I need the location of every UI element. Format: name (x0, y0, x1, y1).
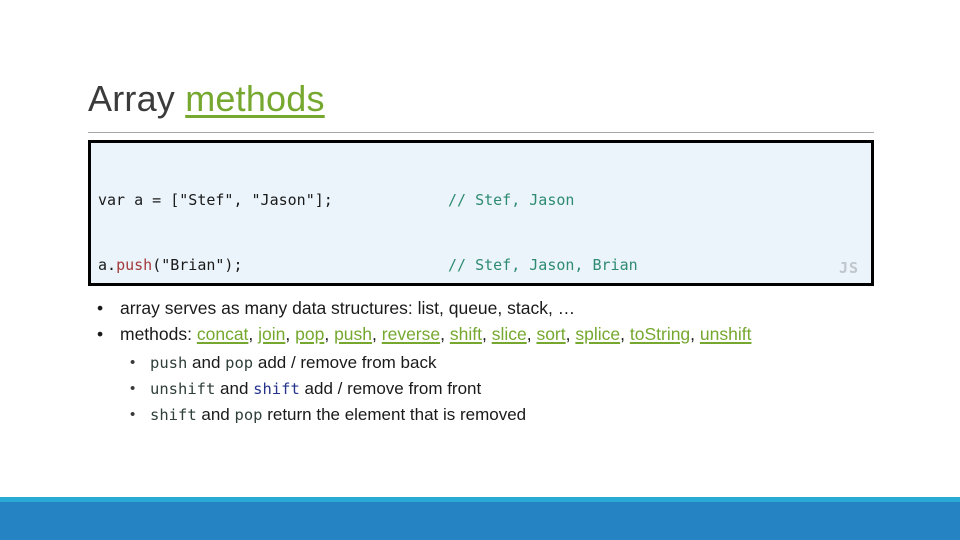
method-link-slice[interactable]: slice (492, 324, 527, 344)
method-link-shift[interactable]: shift (450, 324, 482, 344)
method-link-tostring[interactable]: toString (630, 324, 690, 344)
sub-item-method-1: shift (150, 406, 197, 424)
bullet-marker-icon: • (130, 354, 136, 371)
sub-item-method-1: unshift (150, 380, 216, 398)
sub-item-method-1: push (150, 354, 188, 372)
method-link-pop[interactable]: pop (295, 324, 324, 344)
code-block: var a = ["Stef", "Jason"]; // Stef, Jason… (88, 140, 874, 286)
sub-item-conjunction: and (196, 405, 235, 424)
code-token-plain: var a = ["Stef", "Jason"]; (98, 191, 333, 209)
code-token-plain: a. (98, 255, 117, 274)
footer-bar (0, 502, 960, 540)
code-token-method: push (116, 255, 153, 274)
method-link-splice[interactable]: splice (575, 324, 620, 344)
list-item: • methods: concat, join, pop, push, reve… (88, 322, 888, 348)
method-link-concat[interactable]: concat (197, 324, 249, 344)
method-link-unshift[interactable]: unshift (700, 324, 752, 344)
method-link-push[interactable]: push (334, 324, 372, 344)
bullet-marker-icon: • (130, 406, 136, 423)
sub-item-method-2: shift (253, 380, 300, 398)
bullet-marker-icon: • (97, 323, 104, 344)
sub-bullet-list: • push and pop add / remove from back • … (88, 350, 888, 428)
sub-item-tail: add / remove from back (253, 353, 437, 372)
code-token-plain-tail: ("Brian"); (152, 255, 243, 274)
methods-prefix-label: methods: (120, 323, 197, 344)
code-lines: var a = ["Stef", "Jason"]; // Stef, Jason… (98, 147, 701, 283)
list-item-label: array serves as many data structures: li… (120, 298, 576, 318)
method-link-reverse[interactable]: reverse (382, 324, 440, 344)
sub-list-item: • unshift and shift add / remove from fr… (88, 376, 888, 402)
language-badge: JS (838, 259, 859, 277)
page-title-main: Array (88, 78, 186, 119)
sub-item-tail: return the element that is removed (262, 405, 527, 424)
bullet-marker-icon: • (130, 380, 136, 397)
sub-item-conjunction: and (187, 353, 226, 372)
sub-item-tail: add / remove from front (299, 379, 482, 398)
code-line: var a = ["Stef", "Jason"]; // Stef, Jason (98, 190, 701, 212)
list-item: • array serves as many data structures: … (88, 296, 888, 322)
sub-list-item: • shift and pop return the element that … (88, 402, 888, 428)
sub-list-item: • push and pop add / remove from back (88, 350, 888, 376)
code-token-comment: // Stef, Jason, Brian (448, 255, 638, 274)
title-divider (88, 132, 874, 133)
bullet-marker-icon: • (97, 298, 104, 318)
code-line: a.push("Brian"); // Stef, Jason, Brian (98, 255, 701, 277)
sub-item-method-2: pop (234, 406, 263, 424)
method-link-sort[interactable]: sort (536, 324, 565, 344)
bullet-list: • array serves as many data structures: … (88, 296, 888, 428)
page-title: Array methods (88, 78, 325, 120)
sub-item-conjunction: and (215, 379, 254, 398)
page-title-accent: methods (185, 78, 325, 119)
sub-item-method-2: pop (225, 354, 254, 372)
code-token-comment: // Stef, Jason (448, 191, 575, 209)
method-link-join[interactable]: join (258, 324, 285, 344)
